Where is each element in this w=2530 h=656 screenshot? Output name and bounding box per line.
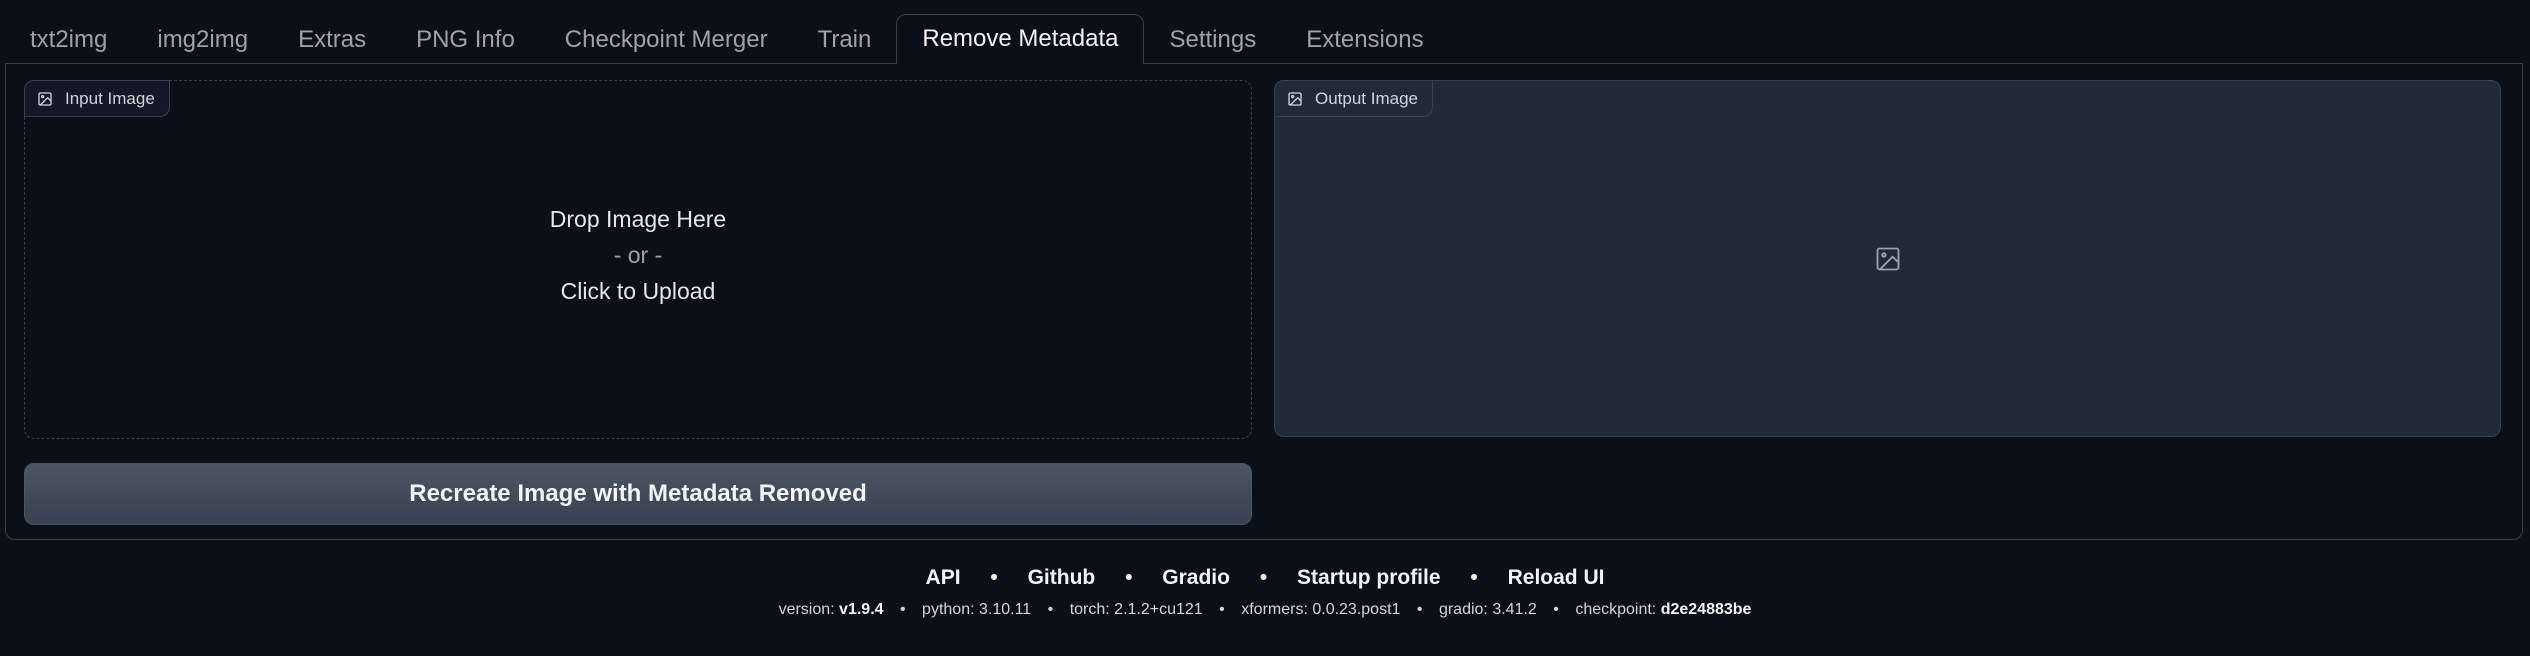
click-to-upload-text: Click to Upload [560, 278, 716, 304]
tab-bar: txt2img img2img Extras PNG Info Checkpoi… [5, 14, 1449, 64]
tab-settings[interactable]: Settings [1144, 16, 1281, 64]
drop-image-text: Drop Image Here [549, 206, 727, 232]
tab-checkpoint-merger[interactable]: Checkpoint Merger [540, 16, 793, 64]
footer-separator: • [1259, 566, 1268, 589]
footer-separator: • [1470, 566, 1478, 589]
tab-img2img[interactable]: img2img [132, 16, 273, 64]
gradio-key: gradio: [1438, 601, 1488, 618]
footer-separator: • [990, 566, 998, 589]
version-separator: • [899, 601, 906, 618]
tab-remove-metadata[interactable]: Remove Metadata [896, 14, 1145, 64]
image-placeholder-icon [1876, 247, 1899, 270]
input-image-dropzone[interactable]: Input Image Drop Image Here - or - Click… [24, 80, 1252, 439]
version-separator: • [1047, 601, 1054, 618]
tab-txt2img[interactable]: txt2img [5, 16, 132, 64]
recreate-image-button[interactable]: Recreate Image with Metadata Removed [24, 463, 1252, 525]
tab-train[interactable]: Train [793, 16, 897, 64]
version-key: version: [778, 601, 835, 618]
torch-key: torch: [1069, 601, 1110, 618]
input-image-label-text: Input Image [65, 88, 155, 108]
footer-link-startup-profile[interactable]: Startup profile [1297, 566, 1441, 589]
version-info: version: v1.9.4 • python: 3.10.11 • torc… [0, 601, 2530, 619]
footer-links: API • Github • Gradio • Startup profile … [0, 566, 2530, 590]
footer-link-reload-ui[interactable]: Reload UI [1508, 566, 1605, 589]
tab-png-info[interactable]: PNG Info [391, 16, 540, 64]
checkpoint-value: d2e24883be [1660, 601, 1752, 618]
tab-extensions[interactable]: Extensions [1281, 16, 1448, 64]
python-value: 3.10.11 [978, 601, 1032, 618]
version-value: v1.9.4 [839, 601, 884, 618]
footer-separator: • [1125, 566, 1133, 589]
tab-extras[interactable]: Extras [273, 16, 391, 64]
version-separator: • [1219, 601, 1225, 618]
checkpoint-key: checkpoint: [1575, 601, 1657, 618]
torch-value: 2.1.2+cu121 [1114, 601, 1203, 618]
python-key: python: [922, 601, 975, 618]
version-separator: • [1416, 601, 1423, 618]
output-image-label: Output Image [1274, 80, 1434, 117]
xformers-key: xformers: [1241, 601, 1308, 618]
input-image-label: Input Image [24, 80, 170, 117]
gradio-value: 3.41.2 [1492, 601, 1537, 618]
version-separator: • [1553, 601, 1559, 618]
footer-link-github[interactable]: Github [1028, 566, 1096, 589]
or-text: - or - [613, 242, 663, 268]
upload-prompt: Drop Image Here - or - Click to Upload [25, 201, 1251, 309]
footer-link-api[interactable]: API [926, 566, 961, 589]
footer-link-gradio[interactable]: Gradio [1162, 566, 1230, 589]
image-icon [38, 91, 52, 106]
image-icon [1288, 91, 1302, 106]
xformers-value: 0.0.23.post1 [1312, 601, 1401, 618]
output-image-label-text: Output Image [1315, 88, 1419, 108]
remove-metadata-panel: Input Image Drop Image Here - or - Click… [5, 63, 2523, 540]
output-image-display: Output Image [1274, 80, 2501, 437]
